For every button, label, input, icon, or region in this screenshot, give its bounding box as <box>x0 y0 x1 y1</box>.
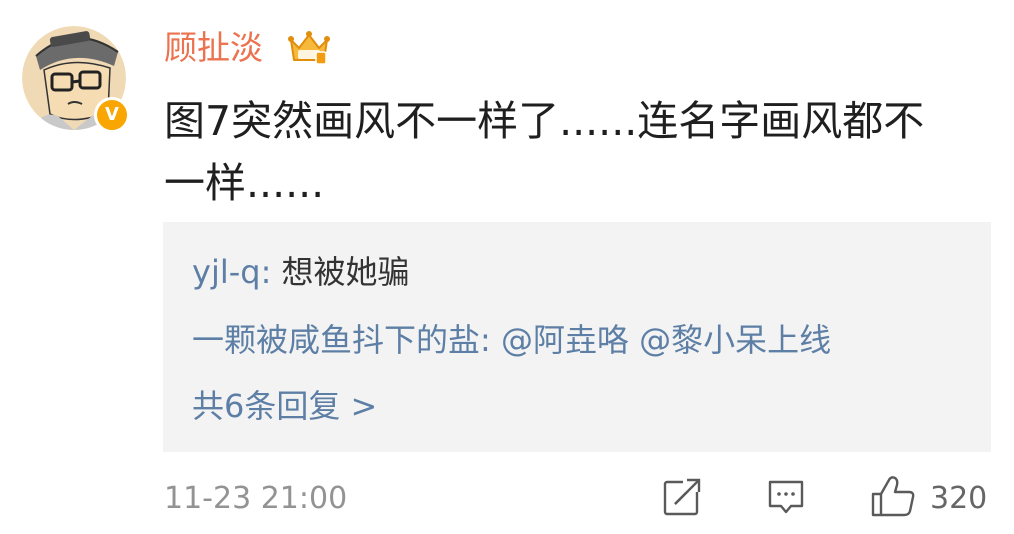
comment-text: 图7突然画风不一样了......连名字画风都不一样...... <box>164 97 925 207</box>
comment-card: V 顾扯淡 图7突然画风不一样了......连名字画风都不一样...... yj… <box>0 0 1014 534</box>
comment-icon[interactable] <box>767 478 805 516</box>
timestamp: 11-23 21:00 <box>164 481 348 516</box>
verified-v-icon: V <box>94 97 130 133</box>
reply-author[interactable]: yjl-q <box>192 253 261 291</box>
mention-link[interactable]: @阿垚咯 <box>501 321 629 359</box>
mention-link[interactable]: @黎小呆上线 <box>639 321 831 359</box>
more-replies-link[interactable]: 共6条回复 > <box>192 384 377 428</box>
crown-badge-icon[interactable] <box>288 30 330 66</box>
reply-text: 想被她骗 <box>281 253 410 291</box>
reply-author[interactable]: 一颗被咸鱼抖下的盐 <box>192 321 480 359</box>
like-count: 320 <box>930 481 988 516</box>
username[interactable]: 顾扯淡 <box>164 26 263 70</box>
like-icon[interactable] <box>870 474 916 518</box>
reply-item: 一颗被咸鱼抖下的盐: @阿垚咯 @黎小呆上线 <box>192 318 831 362</box>
reply-separator: : <box>260 253 282 291</box>
share-icon[interactable] <box>663 478 701 516</box>
reply-item: yjl-q: 想被她骗 <box>192 250 410 294</box>
reply-box[interactable]: yjl-q: 想被她骗 一颗被咸鱼抖下的盐: @阿垚咯 @黎小呆上线 共6条回复… <box>163 222 991 452</box>
reply-separator: : <box>480 321 501 359</box>
